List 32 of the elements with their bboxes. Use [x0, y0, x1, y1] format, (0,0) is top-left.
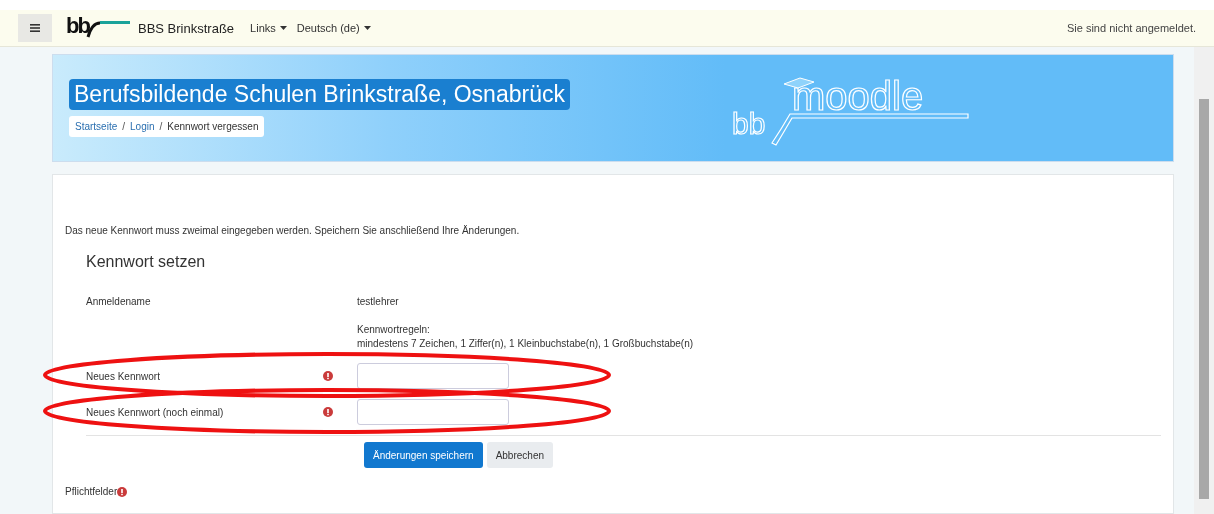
caret-icon — [363, 26, 371, 30]
current-page-label: Kennwort vergessen — [167, 121, 259, 132]
password-field[interactable] — [357, 399, 509, 425]
scrollbar-thumb[interactable] — [1199, 99, 1209, 499]
field-label: Anmeldename — [86, 295, 152, 307]
login-status: Sie sind nicht angemeldet. — [1066, 22, 1196, 34]
password-field[interactable] — [357, 363, 509, 389]
dropdown-menu[interactable]: Deutsch (de) — [296, 22, 371, 34]
field-value: testlehrer — [357, 295, 400, 307]
required-icon — [117, 486, 128, 497]
menu-icon — [30, 24, 40, 32]
breadcrumb-link[interactable]: Startseite — [75, 121, 118, 132]
breadcrumb-separator: / — [159, 121, 163, 132]
site-title: Berufsbildende Schulen Brinkstraße, Osnabrück — [69, 79, 570, 110]
required-note: Pflichtfelder — [65, 486, 118, 497]
school-logo[interactable]: bb — [66, 17, 132, 39]
field-label: Neues Kennwort (noch einmal) — [86, 406, 225, 418]
rules-text: mindestens 7 Zeichen, 1 Ziffer(n), 1 Kleinbuchstabe(n), 1 Großbuchstabe(n) — [357, 337, 695, 351]
site-name[interactable]: BBS Brinkstraße — [138, 20, 235, 36]
dropdown-menu[interactable]: Links — [250, 22, 287, 34]
cancel-button[interactable]: Abbrechen — [486, 442, 553, 468]
moodle-logo: bb moodle — [729, 68, 980, 148]
form-heading: Kennwort setzen — [86, 253, 207, 271]
breadcrumb-separator: / — [122, 121, 126, 132]
menu-button[interactable] — [18, 14, 52, 42]
save-button[interactable]: Änderungen speichern — [364, 442, 483, 468]
rules-title: Kennwortregeln: — [357, 323, 431, 337]
breadcrumb-link[interactable]: Login — [130, 121, 155, 132]
field-label: Neues Kennwort — [86, 370, 161, 382]
intro-text: Das neue Kennwort muss zweimal eingegeben werden. Speichern Sie anschließend Ihre Änderungen. — [65, 225, 521, 236]
scrollbar[interactable] — [1194, 47, 1214, 514]
caret-icon — [279, 26, 287, 30]
